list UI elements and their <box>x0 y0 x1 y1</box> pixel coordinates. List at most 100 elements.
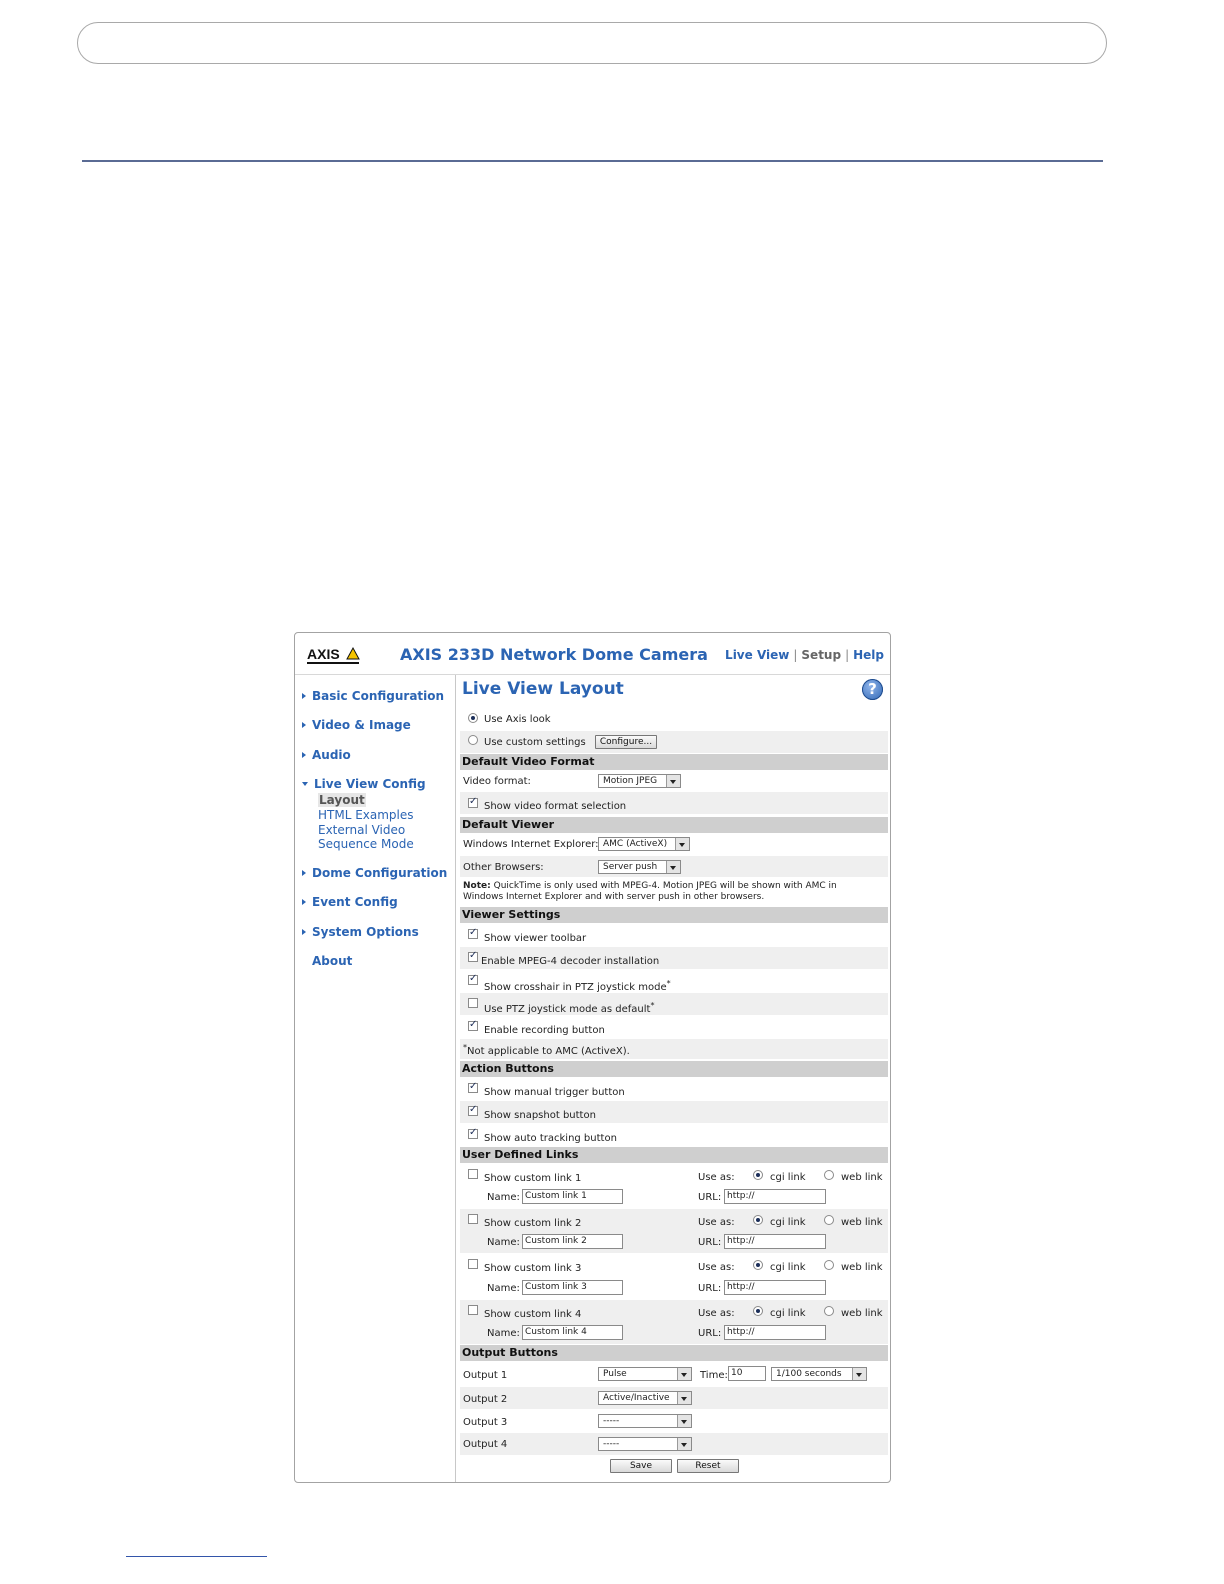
sidebar-item-event-config[interactable]: Event Config <box>302 895 398 909</box>
show-viewer-toolbar-checkbox[interactable] <box>468 927 478 939</box>
output-3-select[interactable]: ----- <box>598 1414 692 1428</box>
arrow-right-icon <box>302 870 306 876</box>
custom-link-row: Show custom link 2 Use as: cgi link web … <box>460 1209 888 1253</box>
custom-link-url-input[interactable]: http:// <box>724 1325 826 1340</box>
use-as-label: Use as: <box>698 1262 735 1273</box>
arrow-right-icon <box>302 929 306 935</box>
custom-link-url-input[interactable]: http:// <box>724 1280 826 1295</box>
sidebar-item-dome-configuration[interactable]: Dome Configuration <box>302 866 447 880</box>
show-custom-link-3-checkbox[interactable] <box>468 1259 478 1269</box>
sidebar-item-system-options[interactable]: System Options <box>302 925 419 939</box>
show-snapshot-checkbox[interactable] <box>468 1104 478 1116</box>
sidebar-item-live-view-config[interactable]: Live View Config <box>302 777 426 791</box>
use-custom-settings-radio[interactable] <box>468 735 478 745</box>
show-crosshair-checkbox[interactable] <box>468 973 478 985</box>
top-links: Live View | Setup | Help <box>725 648 884 662</box>
output-label: Output 4 <box>463 1439 508 1450</box>
cgi-link-label: cgi link <box>770 1308 806 1319</box>
setup-link[interactable]: Setup <box>801 648 841 662</box>
enable-mpeg4-decoder-checkbox[interactable] <box>468 950 478 962</box>
time-label: Time: <box>700 1370 728 1381</box>
section-viewer-settings: Viewer Settings <box>460 907 888 923</box>
note-line-1: QuickTime is only used with MPEG-4. Moti… <box>493 881 837 891</box>
live-view-link[interactable]: Live View <box>725 648 789 662</box>
show-auto-tracking-checkbox[interactable] <box>468 1127 478 1139</box>
sidebar-sub-html-examples[interactable]: HTML Examples <box>318 808 414 822</box>
output-1-select[interactable]: Pulse <box>598 1367 692 1381</box>
web-link-radio[interactable] <box>824 1260 834 1270</box>
custom-link-name-input[interactable]: Custom link 2 <box>522 1234 623 1249</box>
ie-viewer-row: Windows Internet Explorer: AMC (ActiveX) <box>460 834 888 855</box>
viewer-footnote-row: *Not applicable to AMC (ActiveX). <box>460 1039 888 1059</box>
web-link-radio[interactable] <box>824 1215 834 1225</box>
question-icon[interactable]: ? <box>862 679 883 700</box>
url-label: URL: <box>698 1328 722 1339</box>
show-custom-link-4-checkbox[interactable] <box>468 1305 478 1315</box>
use-axis-look-radio[interactable] <box>468 713 478 723</box>
show-custom-link-2-checkbox[interactable] <box>468 1214 478 1224</box>
use-ptz-joystick-default-label: Use PTZ joystick mode as default <box>484 1004 651 1015</box>
sidebar-item-about[interactable]: About <box>312 954 352 968</box>
ie-viewer-select[interactable]: AMC (ActiveX) <box>598 837 690 851</box>
configure-button[interactable]: Configure... <box>595 735 657 749</box>
sidebar-sub-sequence-mode[interactable]: Sequence Mode <box>318 837 414 851</box>
cgi-link-radio[interactable] <box>753 1260 763 1270</box>
arrow-down-icon <box>302 782 308 786</box>
custom-link-name-input[interactable]: Custom link 1 <box>522 1189 623 1204</box>
time-input[interactable]: 10 <box>728 1366 766 1381</box>
viewer-note: Note: QuickTime is only used with MPEG-4… <box>460 879 888 905</box>
sidebar-item-basic-configuration[interactable]: Basic Configuration <box>302 689 444 703</box>
other-browsers-select[interactable]: Server push <box>598 860 681 874</box>
time-unit-select[interactable]: 1/100 seconds <box>771 1367 867 1381</box>
section-action-buttons: Action Buttons <box>460 1061 888 1077</box>
chevron-down-icon <box>666 775 680 787</box>
link-separator: | <box>845 648 850 662</box>
web-link-radio[interactable] <box>824 1306 834 1316</box>
arrow-right-icon <box>302 693 306 699</box>
sidebar-sub-layout[interactable]: Layout <box>318 793 366 807</box>
custom-settings-row: Use custom settings Configure... <box>460 731 888 753</box>
show-custom-link-1-checkbox[interactable] <box>468 1169 478 1179</box>
help-link[interactable]: Help <box>853 648 884 662</box>
cgi-link-radio[interactable] <box>753 1170 763 1180</box>
video-format-select[interactable]: Motion JPEG <box>598 774 681 788</box>
show-manual-trigger-checkbox[interactable] <box>468 1081 478 1093</box>
chevron-down-icon <box>852 1368 866 1380</box>
name-label: Name: <box>487 1237 520 1248</box>
main-content: Live View Layout ? Use Axis look Use cus… <box>460 675 888 1482</box>
show-auto-tracking-label: Show auto tracking button <box>484 1133 617 1144</box>
sidebar-item-video-image[interactable]: Video & Image <box>302 718 411 732</box>
use-custom-settings-label: Use custom settings <box>484 737 586 748</box>
viewer-setting-row: Show crosshair in PTZ joystick mode* <box>460 970 888 993</box>
sidebar: Basic Configuration Video & Image Audio … <box>295 675 456 1482</box>
show-video-format-selection-label: Show video format selection <box>484 801 627 812</box>
web-link-radio[interactable] <box>824 1170 834 1180</box>
show-viewer-toolbar-label: Show viewer toolbar <box>484 933 587 944</box>
save-button[interactable]: Save <box>610 1459 672 1473</box>
arrow-right-icon <box>302 752 306 758</box>
custom-link-name-input[interactable]: Custom link 4 <box>522 1325 623 1340</box>
other-browsers-label: Other Browsers: <box>463 862 544 873</box>
custom-link-name-input[interactable]: Custom link 3 <box>522 1280 623 1295</box>
chevron-down-icon <box>666 861 680 873</box>
output-2-select[interactable]: Active/Inactive <box>598 1391 692 1405</box>
cgi-link-radio[interactable] <box>753 1306 763 1316</box>
axis-logo: AXIS <box>307 646 360 664</box>
arrow-right-icon <box>302 899 306 905</box>
cgi-link-radio[interactable] <box>753 1215 763 1225</box>
document-header-bar <box>77 22 1107 64</box>
action-button-row: Show auto tracking button <box>460 1124 888 1146</box>
show-video-format-selection-checkbox[interactable] <box>468 796 478 808</box>
other-browsers-row: Other Browsers: Server push <box>460 856 888 877</box>
sidebar-item-audio[interactable]: Audio <box>302 748 351 762</box>
sidebar-sub-external-video[interactable]: External Video <box>318 823 405 837</box>
video-format-row: Video format: Motion JPEG <box>460 771 888 791</box>
use-ptz-joystick-default-checkbox[interactable] <box>468 998 478 1008</box>
reset-button[interactable]: Reset <box>677 1459 739 1473</box>
enable-recording-button-label: Enable recording button <box>484 1025 605 1036</box>
output-4-select[interactable]: ----- <box>598 1437 692 1451</box>
custom-link-url-input[interactable]: http:// <box>724 1189 826 1204</box>
custom-link-url-input[interactable]: http:// <box>724 1234 826 1249</box>
enable-recording-button-checkbox[interactable] <box>468 1019 478 1031</box>
output-label: Output 3 <box>463 1417 508 1428</box>
